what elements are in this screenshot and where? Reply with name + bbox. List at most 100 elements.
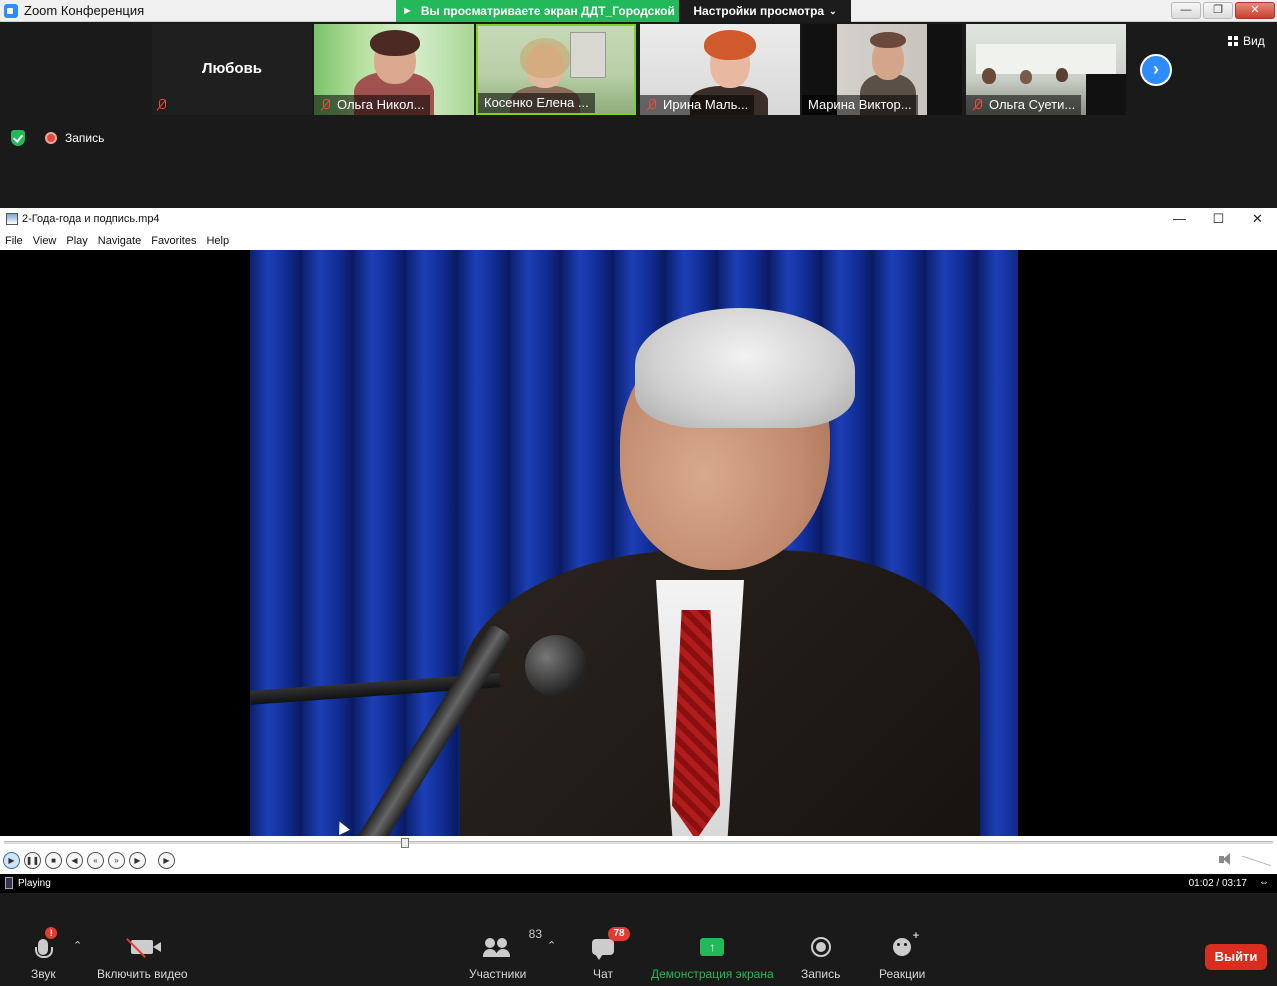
volume-slider[interactable] (1241, 856, 1271, 866)
emoji-icon (893, 930, 919, 956)
rewind-button[interactable]: « (87, 852, 104, 869)
view-button-label: Вид (1243, 34, 1265, 48)
participant-video (870, 32, 906, 48)
participant-name-bar: Ольга Суети... (966, 95, 1082, 115)
mic-muted-icon (156, 99, 167, 111)
seek-bar[interactable] (4, 838, 1273, 848)
status-icon (5, 877, 13, 889)
next-button[interactable]: ▶ (129, 852, 146, 869)
participant-strip: Любовь Ольга Никол... Косенко Елена ... … (0, 22, 1277, 208)
recording-label: Запись (65, 131, 105, 145)
media-player-window: 2-Года-года и подпись.mp4 — ☐ ✕ File Vie… (0, 208, 1277, 893)
participant-video (370, 30, 420, 56)
participants-label: Участники (469, 967, 527, 981)
chat-badge: 78 (608, 927, 630, 941)
participant-video (704, 30, 756, 60)
menu-play[interactable]: Play (66, 235, 87, 247)
participant-name: Марина Виктор... (808, 97, 912, 112)
menu-navigate[interactable]: Navigate (98, 235, 141, 247)
participant-name: Ольга Никол... (337, 97, 425, 112)
player-window-controls: — ☐ ✕ (1160, 208, 1277, 231)
zoom-app-icon (4, 4, 18, 18)
pause-button[interactable]: ❚❚ (24, 852, 41, 869)
chevron-right-icon: › (1153, 59, 1159, 79)
window-title: Zoom Конференция (24, 3, 145, 18)
microphone (525, 635, 587, 697)
menu-help[interactable]: Help (206, 235, 229, 247)
reactions-label: Реакции (879, 967, 926, 981)
participant-tile[interactable]: Марина Виктор... (802, 24, 962, 115)
menu-file[interactable]: File (5, 235, 23, 247)
player-close-button[interactable]: ✕ (1238, 208, 1277, 231)
participant-tile[interactable]: Ольга Никол... (314, 24, 474, 115)
participant-video (1020, 70, 1032, 84)
meeting-toolbar: ! Звук ⌃ Включить видео 83 Участники ⌃ 7… (0, 893, 1277, 986)
participant-video (982, 68, 996, 84)
participant-name-bar: Косенко Елена ... (478, 93, 595, 113)
menu-favorites[interactable]: Favorites (151, 235, 196, 247)
share-screen-button[interactable]: ↑ Демонстрация экрана (651, 933, 774, 981)
shield-icon[interactable] (11, 130, 25, 146)
video-frame[interactable] (0, 250, 1277, 836)
participant-name: Косенко Елена ... (484, 95, 589, 110)
start-video-button[interactable]: Включить видео (97, 933, 188, 981)
chat-icon (592, 939, 614, 960)
camera-off-icon (131, 940, 162, 954)
participant-name: Ольга Суети... (989, 97, 1076, 112)
volume-icon[interactable] (1219, 853, 1233, 866)
menu-view[interactable]: View (33, 235, 57, 247)
chat-button[interactable]: 78 Чат (592, 927, 630, 981)
participant-name: Любовь (201, 60, 262, 77)
view-settings-button[interactable]: Настройки просмотра ⌄ (679, 0, 851, 22)
participants-icon (482, 938, 511, 957)
playback-time: 01:02 / 03:17 (1188, 878, 1247, 889)
participant-video (570, 32, 606, 78)
frame-step-button[interactable]: ▶ (158, 852, 175, 869)
speaker-figure (635, 308, 855, 428)
participants-options-caret-icon[interactable]: ⌃ (547, 939, 556, 952)
next-page-button[interactable]: › (1140, 54, 1172, 86)
forward-button[interactable]: » (108, 852, 125, 869)
transport-controls: ▶ ❚❚ ■ ◀ « » ▶ ▶ (3, 852, 175, 869)
participants-count: 83 (528, 927, 543, 941)
participant-video (1056, 68, 1068, 82)
audio-button[interactable]: ! Звук (31, 927, 58, 981)
zoom-titlebar: Zoom Конференция ► Вы просматриваете экр… (0, 0, 1277, 22)
share-screen-icon: ↑ (700, 938, 725, 956)
play-button[interactable]: ▶ (3, 852, 20, 869)
mic-muted-icon (972, 99, 983, 111)
player-maximize-button[interactable]: ☐ (1199, 208, 1238, 231)
record-button[interactable]: Запись (801, 933, 840, 981)
view-button[interactable]: Вид (1228, 34, 1265, 48)
recording-indicator[interactable]: Запись (45, 131, 104, 145)
participant-video (1086, 74, 1126, 115)
participant-tile[interactable]: Ирина Маль... (640, 24, 800, 115)
restore-button[interactable]: ❐ (1203, 2, 1233, 19)
record-dot-icon (45, 132, 57, 144)
screen-share-banner: ► Вы просматриваете экран ДДТ_Городской (396, 0, 679, 22)
player-menubar: File View Play Navigate Favorites Help (0, 231, 1277, 250)
close-button[interactable]: ✕ (1235, 2, 1275, 19)
window-controls: — ❐ ✕ (1171, 2, 1275, 19)
seek-thumb[interactable] (401, 838, 409, 848)
leave-button[interactable]: Выйти (1205, 944, 1267, 970)
expand-icon[interactable]: ⇔ (1259, 877, 1269, 888)
stop-button[interactable]: ■ (45, 852, 62, 869)
chat-label: Чат (593, 967, 613, 981)
player-titlebar: 2-Года-года и подпись.mp4 — ☐ ✕ (0, 208, 1277, 231)
participant-tile[interactable]: Ольга Суети... (966, 24, 1126, 115)
participants-button[interactable]: 83 Участники (469, 927, 542, 981)
reactions-button[interactable]: Реакции (879, 930, 926, 981)
microphone-icon (35, 939, 54, 958)
player-minimize-button[interactable]: — (1160, 208, 1199, 231)
player-controls: ▶ ❚❚ ■ ◀ « » ▶ ▶ (0, 836, 1277, 874)
previous-button[interactable]: ◀ (66, 852, 83, 869)
participant-tile-active[interactable]: Косенко Елена ... (476, 24, 636, 115)
minimize-button[interactable]: — (1171, 2, 1201, 19)
share-banner-text: Вы просматриваете экран ДДТ_Городской (420, 4, 675, 18)
audio-options-caret-icon[interactable]: ⌃ (73, 939, 82, 952)
view-settings-label: Настройки просмотра (693, 4, 825, 18)
zoom-window: Zoom Конференция ► Вы просматриваете экр… (0, 0, 1277, 986)
participant-name-bar: Ольга Никол... (314, 95, 431, 115)
participant-tile[interactable]: Любовь (152, 24, 312, 115)
